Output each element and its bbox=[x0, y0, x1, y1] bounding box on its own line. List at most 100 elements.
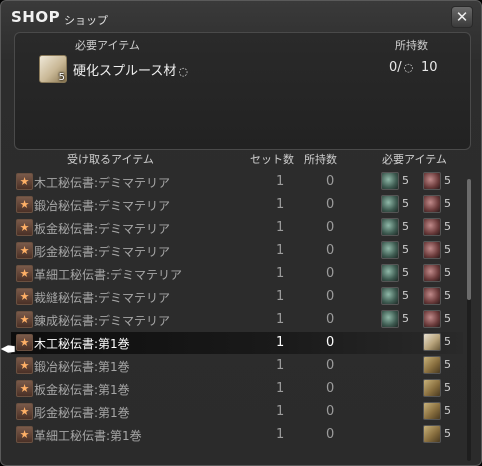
item-star-icon: ★ bbox=[16, 242, 33, 259]
owned-count: 0 bbox=[326, 266, 335, 281]
required-item-count: 5 bbox=[444, 220, 451, 233]
owned-count: 0 bbox=[326, 243, 335, 258]
item-star-icon: ★ bbox=[16, 403, 33, 420]
required-item-count: 5 bbox=[402, 197, 409, 210]
required-item-icon[interactable]: 5 bbox=[423, 218, 451, 236]
list-row[interactable]: ★ 彫金秘伝書:デミマテリア 1 0 5 5 bbox=[11, 240, 463, 262]
item-name: 錬成秘伝書:デミマテリア bbox=[34, 314, 171, 328]
required-item-panel: 必要アイテム 所持数 5 硬化スプルース材 ◌ 0/◌ 10 bbox=[14, 32, 471, 150]
required-item-icon[interactable]: 5 bbox=[423, 333, 451, 351]
owned-header: 所持数 bbox=[395, 39, 428, 52]
list-row[interactable]: ★ 鍛冶秘伝書:デミマテリア 1 0 5 5 bbox=[11, 194, 463, 216]
set-count: 1 bbox=[276, 312, 285, 327]
required-item-count: 5 bbox=[444, 197, 451, 210]
shop-window: SHOP ショップ ✕ 必要アイテム 所持数 5 硬化スプルース材 ◌ 0/◌ 1… bbox=[0, 0, 482, 466]
required-item-icon[interactable]: 5 bbox=[381, 310, 409, 328]
required-item-icon[interactable]: 5 bbox=[423, 241, 451, 259]
item-star-icon: ★ bbox=[16, 334, 33, 351]
set-count: 1 bbox=[276, 427, 285, 442]
required-item-icon[interactable]: 5 bbox=[423, 287, 451, 305]
required-item-icon[interactable]: 5 bbox=[381, 195, 409, 213]
list-row[interactable]: ★ 鍛冶秘伝書:第1巻 1 0 5 bbox=[11, 355, 463, 377]
required-item-count: 5 bbox=[402, 220, 409, 233]
item-name: 板金秘伝書:デミマテリア bbox=[34, 222, 171, 236]
header-required: 必要アイテム bbox=[382, 153, 447, 166]
required-item-count: 5 bbox=[444, 381, 451, 394]
item-quantity: 5 bbox=[58, 72, 65, 83]
required-item-icon[interactable]: 5 bbox=[381, 172, 409, 190]
spruce-lumber-icon[interactable]: 5 bbox=[39, 55, 67, 83]
scrollbar[interactable] bbox=[467, 179, 471, 461]
item-name: 鍛冶秘伝書:デミマテリア bbox=[34, 199, 171, 213]
owned-count: 0 bbox=[326, 197, 335, 212]
required-item-count: 5 bbox=[402, 289, 409, 302]
item-star-icon: ★ bbox=[16, 357, 33, 374]
required-item-count: 5 bbox=[444, 404, 451, 417]
list-row[interactable]: ★ 木工秘伝書:第1巻 1 0 5 bbox=[11, 332, 463, 354]
required-item-icon[interactable]: 5 bbox=[423, 310, 451, 328]
required-item-icon[interactable]: 5 bbox=[423, 356, 451, 374]
owned-count: 0 bbox=[326, 174, 335, 189]
required-item-count: 5 bbox=[444, 289, 451, 302]
item-name: 彫金秘伝書:第1巻 bbox=[34, 406, 130, 420]
required-item-icon[interactable]: 5 bbox=[423, 402, 451, 420]
required-item-icon[interactable]: 5 bbox=[423, 195, 451, 213]
item-star-icon: ★ bbox=[16, 311, 33, 328]
required-item-count: 5 bbox=[444, 174, 451, 187]
required-item-count: 5 bbox=[444, 358, 451, 371]
close-button[interactable]: ✕ bbox=[451, 6, 473, 28]
owned-count: 0 bbox=[326, 289, 335, 304]
header-owned: 所持数 bbox=[304, 153, 337, 166]
set-count: 1 bbox=[276, 174, 285, 189]
set-count: 1 bbox=[276, 381, 285, 396]
list-row[interactable]: ★ 革細工秘伝書:第1巻 1 0 5 bbox=[11, 424, 463, 446]
required-item-icon[interactable]: 5 bbox=[381, 287, 409, 305]
item-name-text: 硬化スプルース材 bbox=[73, 64, 177, 79]
list-row[interactable]: ★ 革細工秘伝書:デミマテリア 1 0 5 5 bbox=[11, 263, 463, 285]
title-bar[interactable]: SHOP ショップ ✕ bbox=[1, 1, 481, 31]
item-name: 革細工秘伝書:第1巻 bbox=[34, 429, 142, 443]
list-row[interactable]: ★ 板金秘伝書:第1巻 1 0 5 bbox=[11, 378, 463, 400]
required-item-icon[interactable]: 5 bbox=[381, 218, 409, 236]
item-star-icon: ★ bbox=[16, 380, 33, 397]
item-name: 彫金秘伝書:デミマテリア bbox=[34, 245, 171, 259]
needed-count: 10 bbox=[421, 60, 438, 75]
required-item-header: 必要アイテム bbox=[75, 39, 140, 52]
item-star-icon: ★ bbox=[16, 288, 33, 305]
item-name: 木工秘伝書:第1巻 bbox=[34, 337, 130, 351]
required-item-icon[interactable]: 5 bbox=[423, 264, 451, 282]
window-title: SHOP bbox=[11, 8, 61, 26]
owned-count: 0 bbox=[326, 312, 335, 327]
owned-count: 0 bbox=[326, 381, 335, 396]
required-item-icon[interactable]: 5 bbox=[381, 264, 409, 282]
required-item-icon[interactable]: 5 bbox=[381, 241, 409, 259]
item-star-icon: ★ bbox=[16, 265, 33, 282]
required-item-count: 5 bbox=[402, 243, 409, 256]
required-item-count: 5 bbox=[444, 335, 451, 348]
set-count: 1 bbox=[276, 243, 285, 258]
owned-text: 0/ bbox=[389, 60, 402, 75]
item-star-icon: ★ bbox=[16, 219, 33, 236]
set-count: 1 bbox=[276, 197, 285, 212]
required-item-count: 5 bbox=[402, 266, 409, 279]
required-item-icon[interactable]: 5 bbox=[423, 425, 451, 443]
set-count: 1 bbox=[276, 335, 285, 350]
list-row[interactable]: ★ 彫金秘伝書:第1巻 1 0 5 bbox=[11, 401, 463, 423]
owned-count: 0 bbox=[326, 404, 335, 419]
list-row[interactable]: ★ 錬成秘伝書:デミマテリア 1 0 5 5 bbox=[11, 309, 463, 331]
header-receive: 受け取るアイテム bbox=[67, 153, 154, 166]
hand-pointer-icon bbox=[1, 344, 16, 354]
item-name: 鍛冶秘伝書:第1巻 bbox=[34, 360, 130, 374]
owned-count: 0 bbox=[326, 358, 335, 373]
item-list[interactable]: ★ 木工秘伝書:デミマテリア 1 0 5 5 ★ 鍛冶秘伝書:デミマテリア 1 0 5 5 ★ 板金秘伝書… bbox=[11, 171, 463, 461]
list-row[interactable]: ★ 裁縫秘伝書:デミマテリア 1 0 5 5 bbox=[11, 286, 463, 308]
required-item-count: 5 bbox=[402, 312, 409, 325]
scroll-thumb[interactable] bbox=[467, 179, 471, 301]
required-item-icon[interactable]: 5 bbox=[423, 379, 451, 397]
set-count: 1 bbox=[276, 404, 285, 419]
required-item-icon[interactable]: 5 bbox=[423, 172, 451, 190]
hq-icon: ◌ bbox=[403, 61, 414, 74]
required-item-count: 5 bbox=[444, 427, 451, 440]
list-row[interactable]: ★ 板金秘伝書:デミマテリア 1 0 5 5 bbox=[11, 217, 463, 239]
list-row[interactable]: ★ 木工秘伝書:デミマテリア 1 0 5 5 bbox=[11, 171, 463, 193]
